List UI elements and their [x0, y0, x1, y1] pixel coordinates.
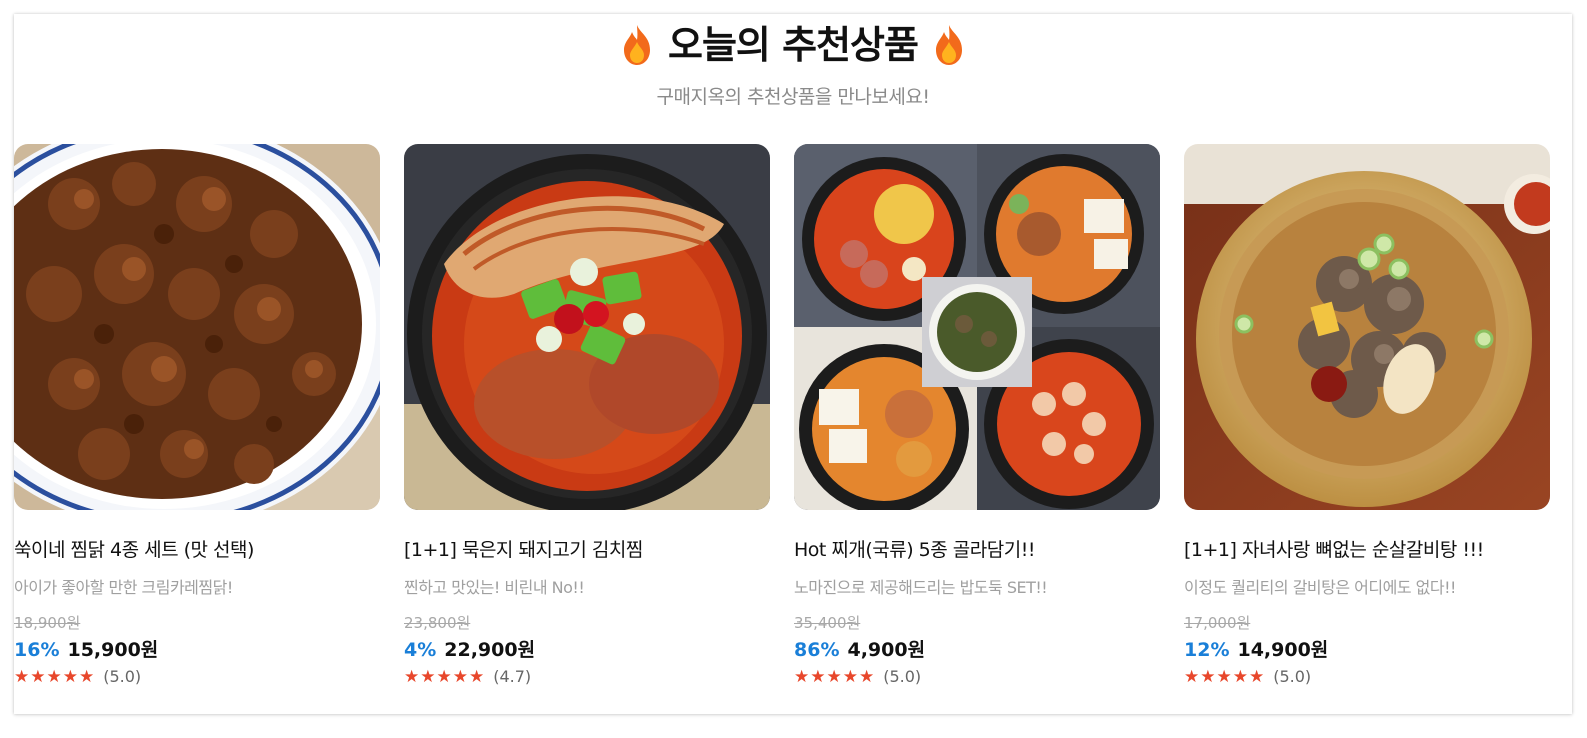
sale-price: 22,900원: [444, 639, 536, 661]
rating-score: (5.0): [1273, 667, 1312, 686]
rating-row: ★★★★★ (5.0): [1184, 666, 1550, 688]
product-name[interactable]: Hot 찌개(국류) 5종 골라담기!!: [794, 538, 1160, 562]
price-row: 86% 4,900원: [794, 638, 1160, 662]
star-rating-icon: ★★★★★: [1184, 667, 1266, 687]
price-row: 16% 15,900원: [14, 638, 380, 662]
title-row: 오늘의 추천상품: [14, 22, 1572, 68]
star-rating-icon: ★★★★★: [404, 667, 486, 687]
discount-rate: 4%: [404, 639, 437, 661]
product-description: 찐하고 맛있는! 비린내 No!!: [404, 578, 585, 597]
star-rating-icon: ★★★★★: [794, 667, 876, 687]
product-name[interactable]: 쑥이네 찜닭 4종 세트 (맛 선택): [14, 538, 380, 562]
product-card[interactable]: 쑥이네 찜닭 4종 세트 (맛 선택) 아이가 좋아할 만한 크림카레찜닭! 1…: [14, 144, 380, 688]
section-title: 오늘의 추천상품: [668, 23, 919, 67]
product-image-kimchi-stew[interactable]: [404, 144, 770, 510]
rating-row: ★★★★★ (4.7): [404, 666, 770, 688]
original-price: 23,800원: [404, 614, 471, 632]
product-image-braised-chicken[interactable]: [14, 144, 380, 510]
original-price: 35,400원: [794, 614, 861, 632]
product-card[interactable]: Hot 찌개(국류) 5종 골라담기!! 노마진으로 제공해드리는 밥도둑 SE…: [794, 144, 1160, 688]
rating-score: (5.0): [103, 667, 142, 686]
discount-rate: 86%: [794, 639, 840, 661]
rating-row: ★★★★★ (5.0): [794, 666, 1160, 688]
sale-price: 4,900원: [847, 639, 926, 661]
product-name[interactable]: [1+1] 묵은지 돼지고기 김치찜: [404, 538, 770, 562]
discount-rate: 12%: [1184, 639, 1230, 661]
original-price: 18,900원: [14, 614, 81, 632]
star-rating-icon: ★★★★★: [14, 667, 96, 687]
rating-row: ★★★★★ (5.0): [14, 666, 380, 688]
sale-price: 15,900원: [67, 639, 159, 661]
fire-icon: [620, 24, 654, 66]
original-price: 17,000원: [1184, 614, 1251, 632]
product-description: 아이가 좋아할 만한 크림카레찜닭!: [14, 578, 233, 597]
price-row: 4% 22,900원: [404, 638, 770, 662]
discount-rate: 16%: [14, 639, 60, 661]
fire-icon: [932, 24, 966, 66]
price-row: 12% 14,900원: [1184, 638, 1550, 662]
product-card[interactable]: [1+1] 묵은지 돼지고기 김치찜 찐하고 맛있는! 비린내 No!! 23,…: [404, 144, 770, 688]
rating-score: (5.0): [883, 667, 922, 686]
recommended-section: 오늘의 추천상품 구매지옥의 추천상품을 만나보세요! 쑥이네 찜닭 4종 세트…: [14, 14, 1572, 714]
section-subtitle: 구매지옥의 추천상품을 만나보세요!: [656, 86, 930, 108]
product-description: 노마진으로 제공해드리는 밥도둑 SET!!: [794, 578, 1048, 597]
product-description: 이정도 퀄리티의 갈비탕은 어디에도 없다!!: [1184, 578, 1456, 597]
sale-price: 14,900원: [1237, 639, 1329, 661]
product-card[interactable]: [1+1] 자녀사랑 뼈없는 순살갈비탕 !!! 이정도 퀄리티의 갈비탕은 어…: [1184, 144, 1550, 688]
product-image-stew-collage[interactable]: [794, 144, 1160, 510]
rating-score: (4.7): [493, 667, 532, 686]
product-image-galbitang[interactable]: [1184, 144, 1550, 510]
product-name[interactable]: [1+1] 자녀사랑 뼈없는 순살갈비탕 !!!: [1184, 538, 1550, 562]
